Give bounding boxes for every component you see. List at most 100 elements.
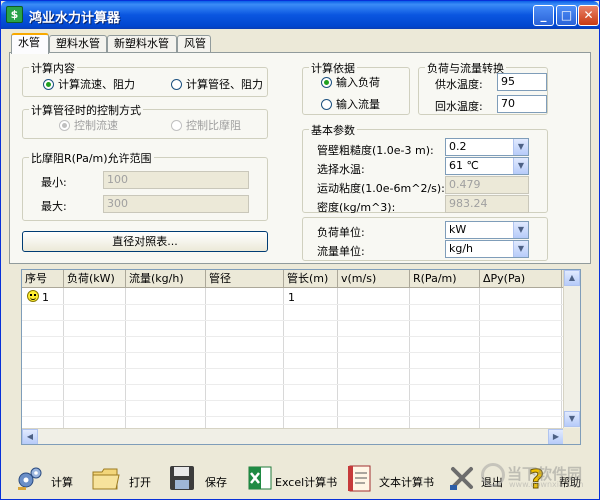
- col-header-index[interactable]: 序号: [22, 270, 64, 287]
- calc-label: 计算: [51, 476, 73, 489]
- col-header-load[interactable]: 负荷(kW): [64, 270, 126, 287]
- vertical-scrollbar[interactable]: ▲ ▼: [563, 270, 580, 428]
- basic-params-title: 基本参数: [309, 122, 357, 138]
- gears-icon: [18, 467, 42, 490]
- maximize-button[interactable]: □: [556, 5, 577, 26]
- radio-control-friction-label: 控制比摩阻: [186, 119, 241, 132]
- roughness-select[interactable]: 0.2 ▼: [445, 138, 529, 156]
- col-header-pressure-drop[interactable]: ΔPy(Pa): [480, 270, 562, 287]
- tab-water-pipe[interactable]: 水管: [11, 33, 49, 54]
- density-label: 密度(kg/m^3):: [317, 201, 396, 214]
- calc-button[interactable]: 计算: [15, 457, 77, 497]
- radio-calc-diameter-label: 计算管径、阻力: [186, 78, 263, 91]
- col-header-velocity[interactable]: v(m/s): [338, 270, 410, 287]
- window-title: 鸿业水力计算器: [29, 11, 121, 26]
- roughness-value: 0.2: [449, 140, 467, 153]
- scroll-up-icon[interactable]: ▲: [564, 270, 580, 286]
- scroll-right-icon[interactable]: ▶: [548, 429, 564, 444]
- control-mode-group: 计算管径时的控制方式 控制流速 控制比摩阻: [22, 102, 268, 139]
- col-header-flow[interactable]: 流量(kg/h): [126, 270, 206, 287]
- text-report-button[interactable]: 文本计算书: [345, 457, 435, 497]
- load-unit-value: kW: [449, 223, 467, 236]
- close-button[interactable]: ✕: [578, 5, 599, 26]
- return-temp-field[interactable]: 70: [497, 95, 547, 113]
- calc-basis-group: 计算依据 输入负荷 输入流量: [302, 60, 410, 115]
- folder-icon: [92, 468, 120, 490]
- max-label: 最大:: [41, 200, 67, 213]
- chevron-down-icon[interactable]: ▼: [513, 139, 528, 155]
- text-report-label: 文本计算书: [379, 476, 434, 489]
- radio-calc-velocity-label: 计算流速、阻力: [58, 78, 135, 91]
- water-temp-label: 选择水温:: [317, 163, 365, 176]
- watermark-logo-icon: [481, 463, 505, 487]
- radio-dot-icon: [171, 79, 182, 90]
- control-mode-title: 计算管径时的控制方式: [29, 102, 143, 118]
- chevron-down-icon[interactable]: ▼: [513, 241, 528, 257]
- title-bar: $ 鸿业水力计算器 _ □ ✕: [1, 1, 599, 29]
- scroll-down-icon[interactable]: ▼: [564, 411, 580, 427]
- min-label: 最小:: [41, 176, 67, 189]
- scroll-left-icon[interactable]: ◀: [22, 429, 38, 444]
- chevron-down-icon[interactable]: ▼: [513, 222, 528, 238]
- diameter-table-button[interactable]: 直径对照表...: [22, 231, 268, 252]
- app-window: $ 鸿业水力计算器 _ □ ✕ 水管 塑料水管 新塑料水管 风管 计算内容 计算…: [0, 0, 600, 500]
- water-temp-select[interactable]: 61 ℃ ▼: [445, 157, 529, 175]
- tab-plastic-pipe[interactable]: 塑料水管: [49, 35, 107, 53]
- save-button[interactable]: 保存: [167, 457, 231, 497]
- floppy-disk-icon: [170, 466, 194, 490]
- radio-control-velocity[interactable]: 控制流速: [59, 119, 118, 132]
- radio-calc-velocity[interactable]: 计算流速、阻力: [43, 78, 135, 91]
- open-label: 打开: [129, 476, 151, 489]
- water-temp-value: 61 ℃: [449, 159, 479, 172]
- viscosity-field[interactable]: 0.479: [445, 176, 529, 194]
- load-unit-label: 负荷单位:: [317, 226, 365, 239]
- friction-range-title: 比摩阻R(Pa/m)允许范围: [29, 150, 154, 166]
- tab-air-duct[interactable]: 风管: [177, 35, 211, 53]
- return-temp-label: 回水温度:: [435, 100, 483, 113]
- save-label: 保存: [205, 476, 227, 489]
- chevron-down-icon[interactable]: ▼: [513, 158, 528, 174]
- calc-content-title: 计算内容: [29, 60, 77, 76]
- tab-new-plastic-pipe[interactable]: 新塑料水管: [107, 35, 177, 53]
- radio-input-load[interactable]: 输入负荷: [321, 76, 380, 89]
- col-header-friction[interactable]: R(Pa/m): [410, 270, 480, 287]
- radio-dot-icon: [43, 79, 54, 90]
- flow-unit-select[interactable]: kg/h ▼: [445, 240, 529, 258]
- col-header-diameter[interactable]: 管径: [206, 270, 284, 287]
- max-friction-field[interactable]: 300: [103, 195, 249, 213]
- app-icon: $: [6, 6, 23, 23]
- col-header-length[interactable]: 管长(m): [284, 270, 338, 287]
- calc-content-group: 计算内容 计算流速、阻力 计算管径、阻力: [22, 60, 268, 97]
- radio-dot-icon: [171, 120, 182, 131]
- minimize-button[interactable]: _: [533, 5, 554, 26]
- radio-dot-icon: [321, 77, 332, 88]
- radio-input-flow[interactable]: 输入流量: [321, 98, 380, 111]
- results-table[interactable]: 序号 负荷(kW) 流量(kg/h) 管径 管长(m) v(m/s) R(Pa/…: [21, 269, 581, 445]
- excel-report-label: Excel计算书: [275, 476, 338, 489]
- table-cell-length[interactable]: 1: [288, 291, 295, 304]
- watermark-url: www.downxia.com: [509, 480, 584, 489]
- excel-report-button[interactable]: Excel计算书: [245, 457, 337, 497]
- table-cell-index[interactable]: 1: [42, 291, 49, 304]
- table-header: 序号 负荷(kW) 流量(kg/h) 管径 管长(m) v(m/s) R(Pa/…: [22, 270, 580, 288]
- watermark: 当下软件园 www.downxia.com: [479, 461, 591, 491]
- open-button[interactable]: 打开: [91, 457, 155, 497]
- notebook-icon: [348, 465, 371, 492]
- horizontal-scrollbar[interactable]: ◀ ▶: [22, 428, 564, 444]
- density-field[interactable]: 983.24: [445, 195, 529, 213]
- flow-unit-label: 流量单位:: [317, 245, 365, 258]
- radio-control-friction[interactable]: 控制比摩阻: [171, 119, 241, 132]
- radio-dot-icon: [59, 120, 70, 131]
- flow-unit-value: kg/h: [449, 242, 474, 255]
- supply-temp-field[interactable]: 95: [497, 73, 547, 91]
- load-unit-select[interactable]: kW ▼: [445, 221, 529, 239]
- supply-temp-label: 供水温度:: [435, 78, 483, 91]
- tab-panel-water-pipe: 计算内容 计算流速、阻力 计算管径、阻力 计算管径时的控制方式 控制流速 控制比…: [9, 52, 591, 264]
- load-flow-group: 负荷与流量转换 供水温度: 95 回水温度: 70: [418, 60, 548, 115]
- units-group: 负荷单位: kW ▼ 流量单位: kg/h ▼: [302, 217, 548, 261]
- radio-calc-diameter[interactable]: 计算管径、阻力: [171, 78, 263, 91]
- min-friction-field[interactable]: 100: [103, 171, 249, 189]
- row-status-smiley-icon: [27, 290, 39, 302]
- radio-dot-icon: [321, 99, 332, 110]
- excel-icon: [248, 466, 272, 490]
